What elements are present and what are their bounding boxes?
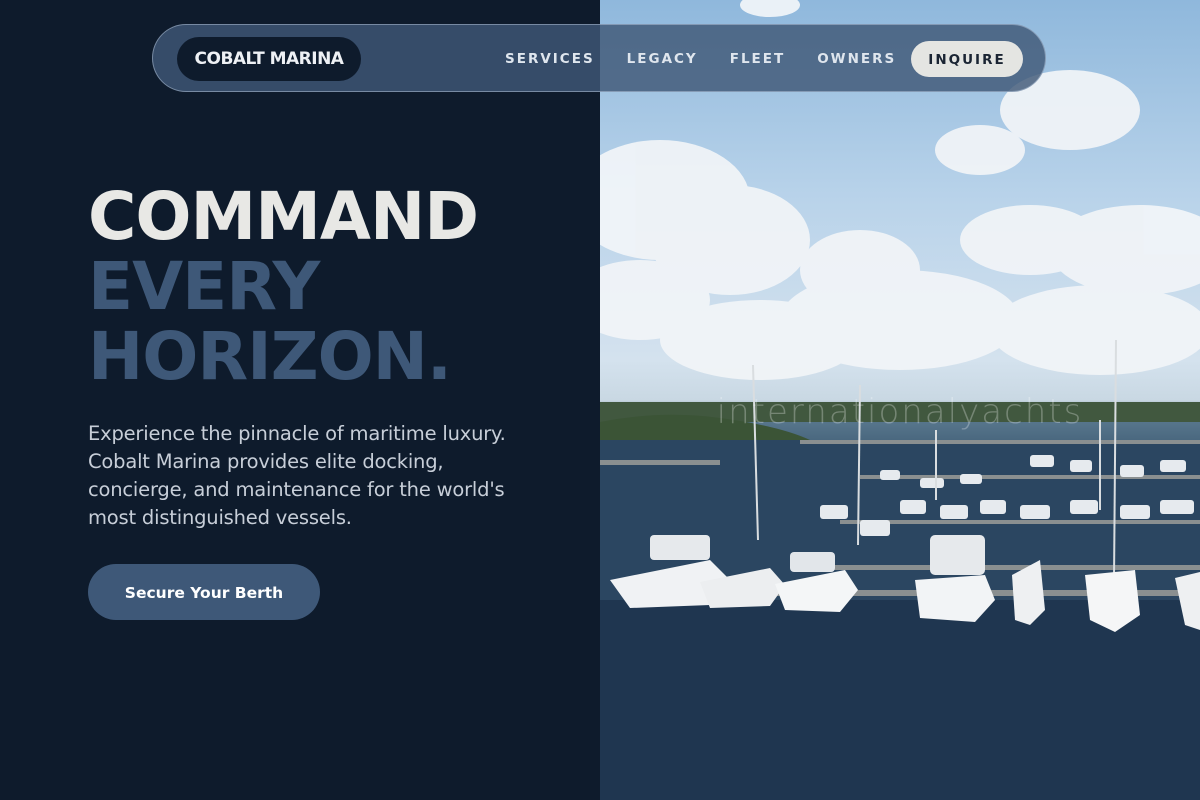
nav-links: SERVICES LEGACY FLEET OWNERS — [505, 25, 928, 93]
nav-link-services[interactable]: SERVICES — [505, 51, 595, 67]
nav-link-fleet[interactable]: FLEET — [730, 51, 785, 67]
marina-photo: internationalyachts — [600, 0, 1200, 800]
brand-logo[interactable]: COBALT MARINA — [177, 37, 361, 81]
secure-berth-button[interactable]: Secure Your Berth — [88, 564, 320, 620]
hero-headline: COMMAND EVERY HORIZON. — [88, 178, 479, 395]
hero-description: Experience the pinnacle of maritime luxu… — [88, 422, 506, 529]
photo-watermark: internationalyachts — [716, 392, 1084, 432]
nav-link-legacy[interactable]: LEGACY — [627, 51, 698, 67]
headline-line-horizon: HORIZON. — [88, 318, 452, 395]
inquire-button[interactable]: INQUIRE — [911, 41, 1023, 77]
top-navbar: COBALT MARINA SERVICES LEGACY FLEET OWNE… — [152, 24, 1046, 92]
headline-line-command: COMMAND — [88, 178, 479, 255]
hero-left-panel — [0, 0, 600, 800]
nav-link-owners[interactable]: OWNERS — [817, 51, 896, 67]
headline-line-every: EVERY — [88, 248, 320, 325]
